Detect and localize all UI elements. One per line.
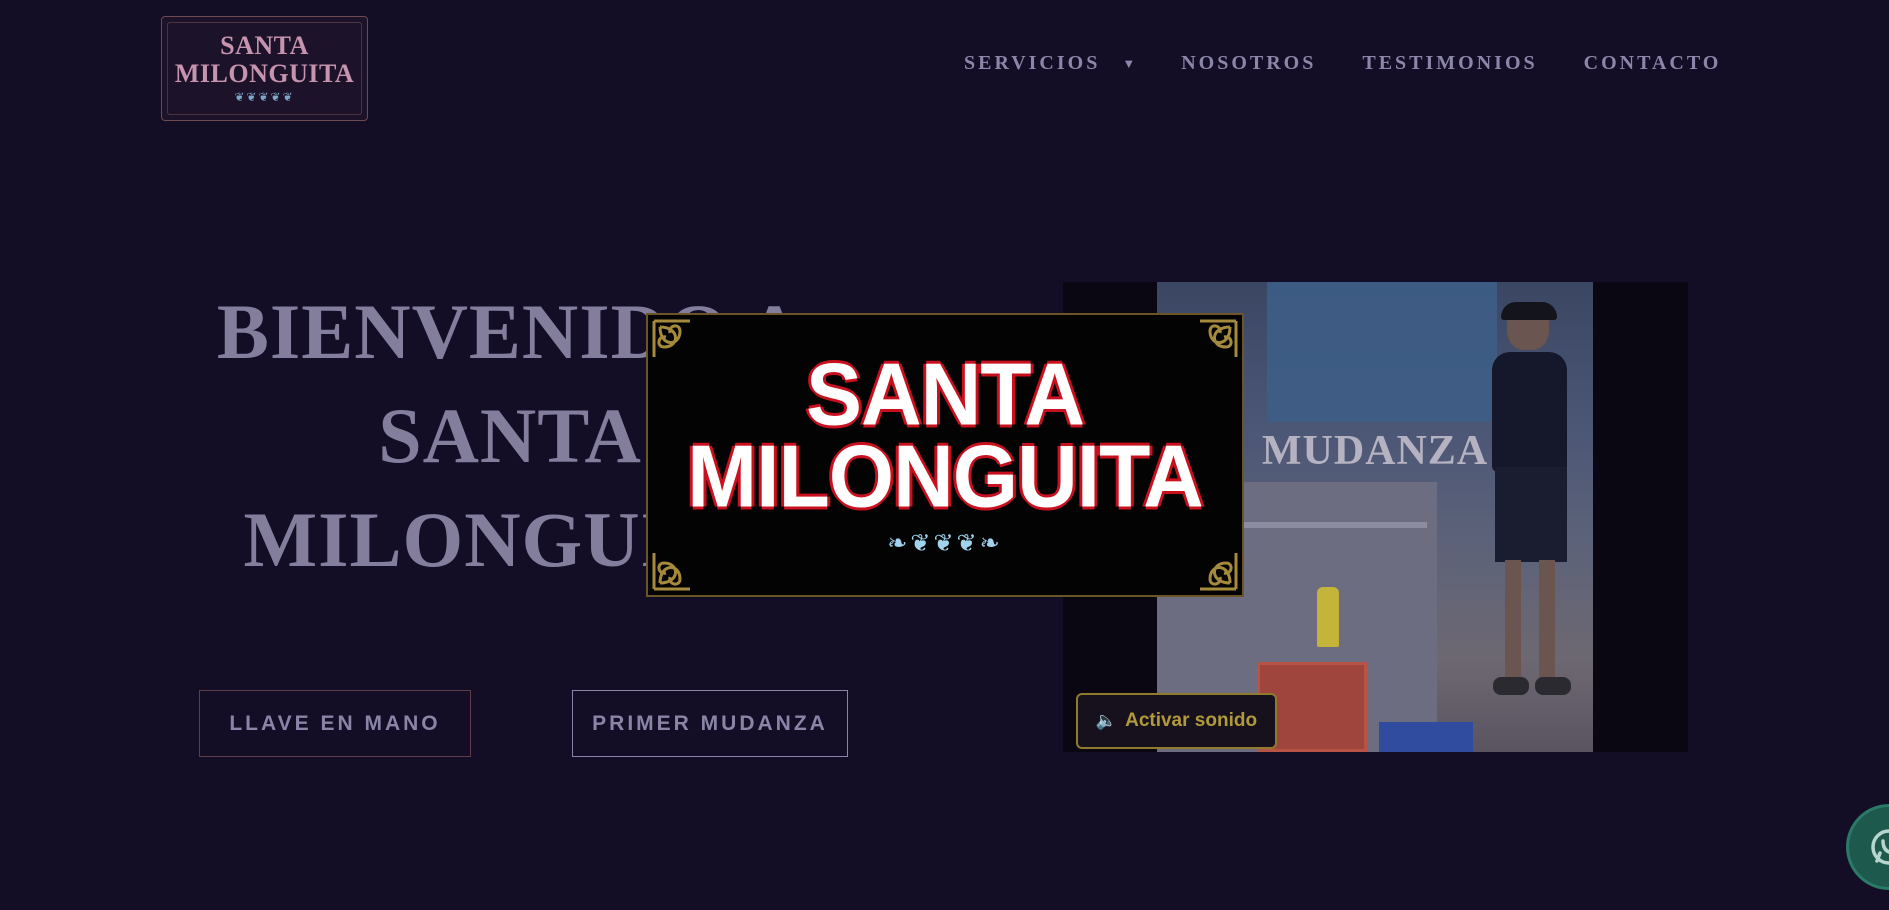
person-shoe bbox=[1535, 677, 1571, 695]
whatsapp-button[interactable] bbox=[1846, 804, 1889, 890]
video-scene-bottle bbox=[1317, 587, 1339, 647]
person-cap bbox=[1501, 302, 1557, 320]
ornament-corner-icon bbox=[1200, 319, 1238, 357]
nav-item-contacto[interactable]: CONTACTO bbox=[1584, 52, 1722, 75]
video-scene-person bbox=[1477, 302, 1572, 722]
activar-sonido-button[interactable]: 🔈 Activar sonido bbox=[1076, 693, 1277, 749]
overlay-logo-line-2: MILONGUITA bbox=[687, 426, 1204, 525]
activar-sonido-label: Activar sonido bbox=[1125, 710, 1258, 731]
ornament-corner-icon bbox=[652, 319, 690, 357]
overlay-logo: SANTA MILONGUITA ❧❦❦❦❧ bbox=[646, 313, 1244, 597]
person-leg bbox=[1539, 560, 1555, 680]
logo-line-1: SANTA bbox=[220, 31, 309, 60]
nav-item-servicios[interactable]: SERVICIOS ▼ bbox=[964, 52, 1135, 75]
person-shoe bbox=[1493, 677, 1529, 695]
nav-item-testimonios[interactable]: TESTIMONIOS bbox=[1362, 52, 1537, 75]
person-shorts bbox=[1495, 467, 1567, 562]
whatsapp-icon bbox=[1871, 829, 1889, 865]
nav-item-label: SERVICIOS bbox=[964, 52, 1101, 74]
overlay-logo-ornament: ❧❦❦❦❧ bbox=[887, 530, 1003, 557]
nav-item-nosotros[interactable]: NOSOTROS bbox=[1181, 52, 1316, 75]
primer-mudanza-button[interactable]: PRIMER MUDANZA bbox=[572, 690, 848, 757]
person-leg bbox=[1505, 560, 1521, 680]
logo-ornament: ❦❦❦❦❦ bbox=[234, 90, 295, 104]
main-nav: SERVICIOS ▼ NOSOTROS TESTIMONIOS CONTACT… bbox=[964, 52, 1721, 75]
caret-down-icon[interactable]: ▼ bbox=[1122, 56, 1135, 72]
logo-line-2: MILONGUITA bbox=[174, 59, 355, 88]
site-logo[interactable]: SANTA MILONGUITA ❦❦❦❦❦ bbox=[161, 16, 368, 121]
overlay-logo-line-1: SANTA bbox=[805, 344, 1085, 443]
speaker-icon: 🔈 bbox=[1095, 711, 1118, 730]
video-scene-box bbox=[1379, 722, 1473, 752]
video-scene-window bbox=[1267, 282, 1497, 422]
llave-en-mano-button[interactable]: LLAVE EN MANO bbox=[199, 690, 471, 757]
